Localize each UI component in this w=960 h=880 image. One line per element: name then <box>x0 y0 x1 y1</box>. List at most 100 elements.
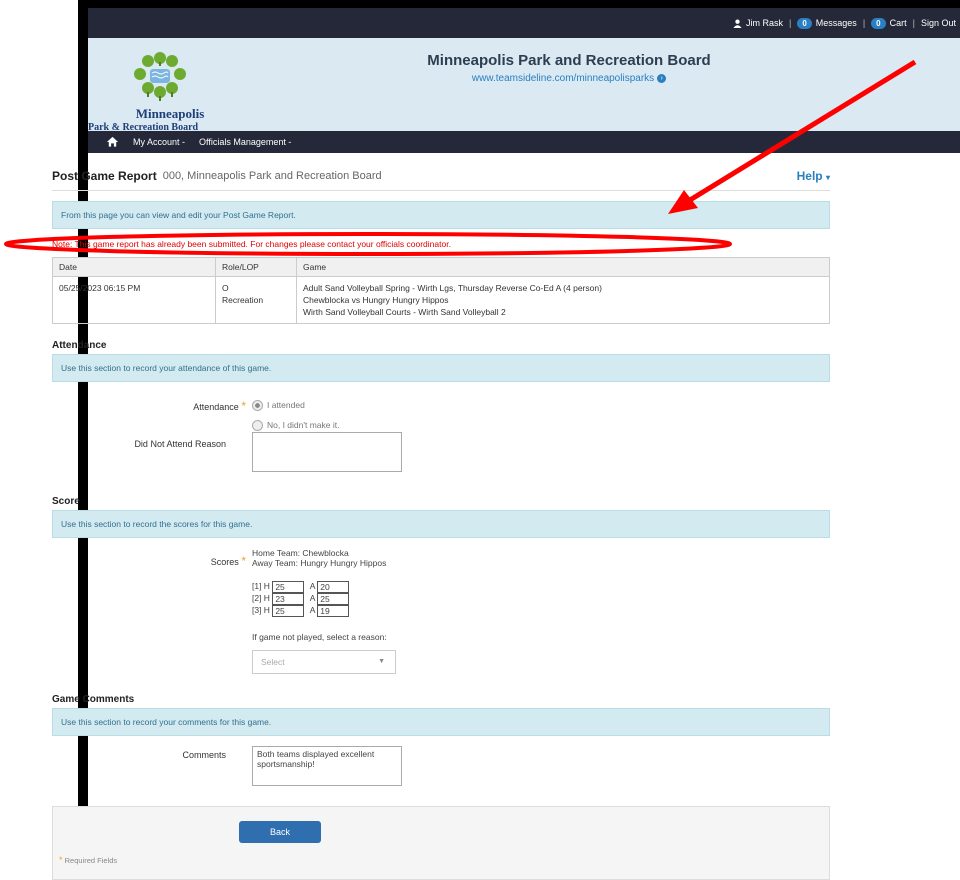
away-score-input[interactable]: 25 <box>317 592 350 605</box>
radio-attended[interactable] <box>252 400 263 412</box>
cell-game: Adult Sand Volleyball Spring - Wirth Lgs… <box>296 276 830 324</box>
game-table: Date Role/LOP Game 05/25/2023 06:15 PM O… <box>52 257 830 324</box>
signout-link[interactable]: Sign Out <box>921 18 956 28</box>
separator: | <box>862 18 866 28</box>
main-content: Post Game Report 000, Minneapolis Park a… <box>52 162 830 880</box>
role-code: O <box>222 283 229 293</box>
user-name[interactable]: Jim Rask <box>746 18 783 28</box>
org-url-text[interactable]: www.teamsideline.com/minneapolisparks <box>472 73 654 84</box>
cart-label[interactable]: Cart <box>890 18 907 28</box>
table-row: 05/25/2023 06:15 PM O Recreation Adult S… <box>52 276 830 324</box>
attendance-option-yes[interactable]: I attended <box>252 400 305 412</box>
comments-section-title: Game Comments <box>52 694 135 705</box>
home-team: Home Team: Chewblocka <box>252 548 349 558</box>
attendance-form: Attendance * I attended No, I didn't mak… <box>52 382 830 474</box>
away-score-input[interactable]: 19 <box>317 604 350 617</box>
screenshot-frame-top <box>78 0 960 8</box>
did-not-attend-reason-field[interactable] <box>252 432 402 472</box>
away-prefix: A <box>309 581 315 591</box>
intro-info-box: From this page you can view and edit you… <box>52 201 830 229</box>
away-prefix: A <box>309 605 315 615</box>
required-fields-note: * Required Fields <box>59 855 117 865</box>
page-title-row: Post Game Report 000, Minneapolis Park a… <box>52 162 830 191</box>
home-score-input[interactable]: 23 <box>272 592 305 605</box>
set-label: [2] H <box>252 593 270 603</box>
table-header-row: Date Role/LOP Game <box>52 257 830 277</box>
main-nav: My Account - Officials Management - <box>88 131 960 153</box>
form-footer: Back * Required Fields <box>52 806 830 880</box>
game-matchup: Chewblocka vs Hungry Hungry Hippos <box>303 295 449 305</box>
nav-officials-management[interactable]: Officials Management - <box>199 137 291 147</box>
messages-label[interactable]: Messages <box>816 18 857 28</box>
teams-info: Home Team: Chewblocka Away Team: Hungry … <box>252 548 386 568</box>
home-icon[interactable] <box>106 136 119 148</box>
logo-text-board: Park & Recreation Board <box>88 122 199 133</box>
away-team: Away Team: Hungry Hungry Hippos <box>252 558 387 568</box>
comments-label: Comments <box>182 750 226 760</box>
scores-label: Scores <box>210 557 239 567</box>
set-label: [3] H <box>252 605 270 615</box>
back-button[interactable]: Back <box>239 821 321 843</box>
not-played-reason-select[interactable]: Select ▼ <box>252 650 396 674</box>
radio-not-attended-label[interactable]: No, I didn't make it. <box>267 420 340 430</box>
select-placeholder[interactable]: Select <box>261 657 285 667</box>
caret-down-icon[interactable]: ▼ <box>378 651 385 673</box>
messages-link[interactable]: 0 Messages <box>797 17 857 29</box>
score-set-row: [3] H 25 A 19 <box>252 604 350 617</box>
set-label: [1] H <box>252 581 270 591</box>
org-title: Minneapolis Park and Recreation Board <box>427 52 711 69</box>
logo-text-city: Minneapolis <box>135 106 205 121</box>
help-label[interactable]: Help <box>797 169 823 183</box>
radio-attended-label[interactable]: I attended <box>267 400 305 410</box>
radio-not-attended[interactable] <box>252 420 263 432</box>
score-form: Scores * Home Team: Chewblocka Away Team… <box>52 538 830 678</box>
away-prefix: A <box>309 593 315 603</box>
submitted-note: Note: This game report has already been … <box>52 239 451 249</box>
cart-count-badge: 0 <box>871 17 886 29</box>
page-title: Post Game Report <box>52 169 157 183</box>
required-asterisk: * <box>241 554 246 568</box>
org-url-link[interactable]: www.teamsideline.com/minneapolisparks › <box>88 73 960 84</box>
role-lop: Recreation <box>222 295 264 305</box>
score-set-row: [1] H 25 A 20 <box>252 580 350 593</box>
away-score-input[interactable]: 20 <box>317 580 350 593</box>
cart-link[interactable]: 0 Cart <box>871 17 907 29</box>
not-played-label: If game not played, select a reason: <box>252 632 387 642</box>
help-menu[interactable]: Help ▾ <box>797 169 830 183</box>
required-asterisk: * <box>59 855 63 865</box>
score-sets: [1] H 25 A 20 [2] H 23 A 25 [3] H 25 A 1… <box>252 580 350 617</box>
comments-info-box: Use this section to record your comments… <box>52 708 830 736</box>
home-score-input[interactable]: 25 <box>272 580 305 593</box>
did-not-attend-label: Did Not Attend Reason <box>134 439 226 449</box>
page-subtitle: 000, Minneapolis Park and Recreation Boa… <box>162 170 382 182</box>
top-bar: Jim Rask | 0 Messages | 0 Cart | Sign Ou… <box>88 8 960 38</box>
messages-count-badge: 0 <box>797 17 812 29</box>
col-role: Role/LOP <box>215 257 297 277</box>
score-section-title: Score <box>52 496 80 507</box>
score-set-row: [2] H 23 A 25 <box>252 592 350 605</box>
cell-date: 05/25/2023 06:15 PM <box>52 276 216 324</box>
attendance-section-title: Attendance <box>52 340 107 351</box>
caret-down-icon[interactable]: ▾ <box>826 173 830 182</box>
home-score-input[interactable]: 25 <box>272 604 305 617</box>
required-asterisk: * <box>241 399 246 413</box>
comments-field[interactable]: Both teams displayed excellent sportsman… <box>252 746 402 786</box>
game-league: Adult Sand Volleyball Spring - Wirth Lgs… <box>303 283 602 293</box>
separator: | <box>912 18 915 28</box>
user-icon <box>733 19 742 28</box>
nav-my-account[interactable]: My Account - <box>133 137 185 147</box>
attendance-info-box: Use this section to record your attendan… <box>52 354 830 382</box>
required-fields-label: Required Fields <box>64 856 118 865</box>
chevron-right-circle-icon[interactable]: › <box>657 73 667 83</box>
cell-role: O Recreation <box>215 276 297 324</box>
attendance-option-no[interactable]: No, I didn't make it. <box>252 420 340 432</box>
attendance-label: Attendance <box>193 402 239 412</box>
user-link[interactable]: Jim Rask <box>733 18 783 28</box>
col-date: Date <box>52 257 216 277</box>
scores-label-wrap: Scores * <box>132 554 246 568</box>
comments-form: Comments Both teams displayed excellent … <box>52 736 830 794</box>
attendance-label-wrap: Attendance * <box>132 399 246 413</box>
site-header: Minneapolis Park & Recreation Board Minn… <box>88 38 960 133</box>
score-info-box: Use this section to record the scores fo… <box>52 510 830 538</box>
game-location: Wirth Sand Volleyball Courts - Wirth San… <box>303 307 506 317</box>
